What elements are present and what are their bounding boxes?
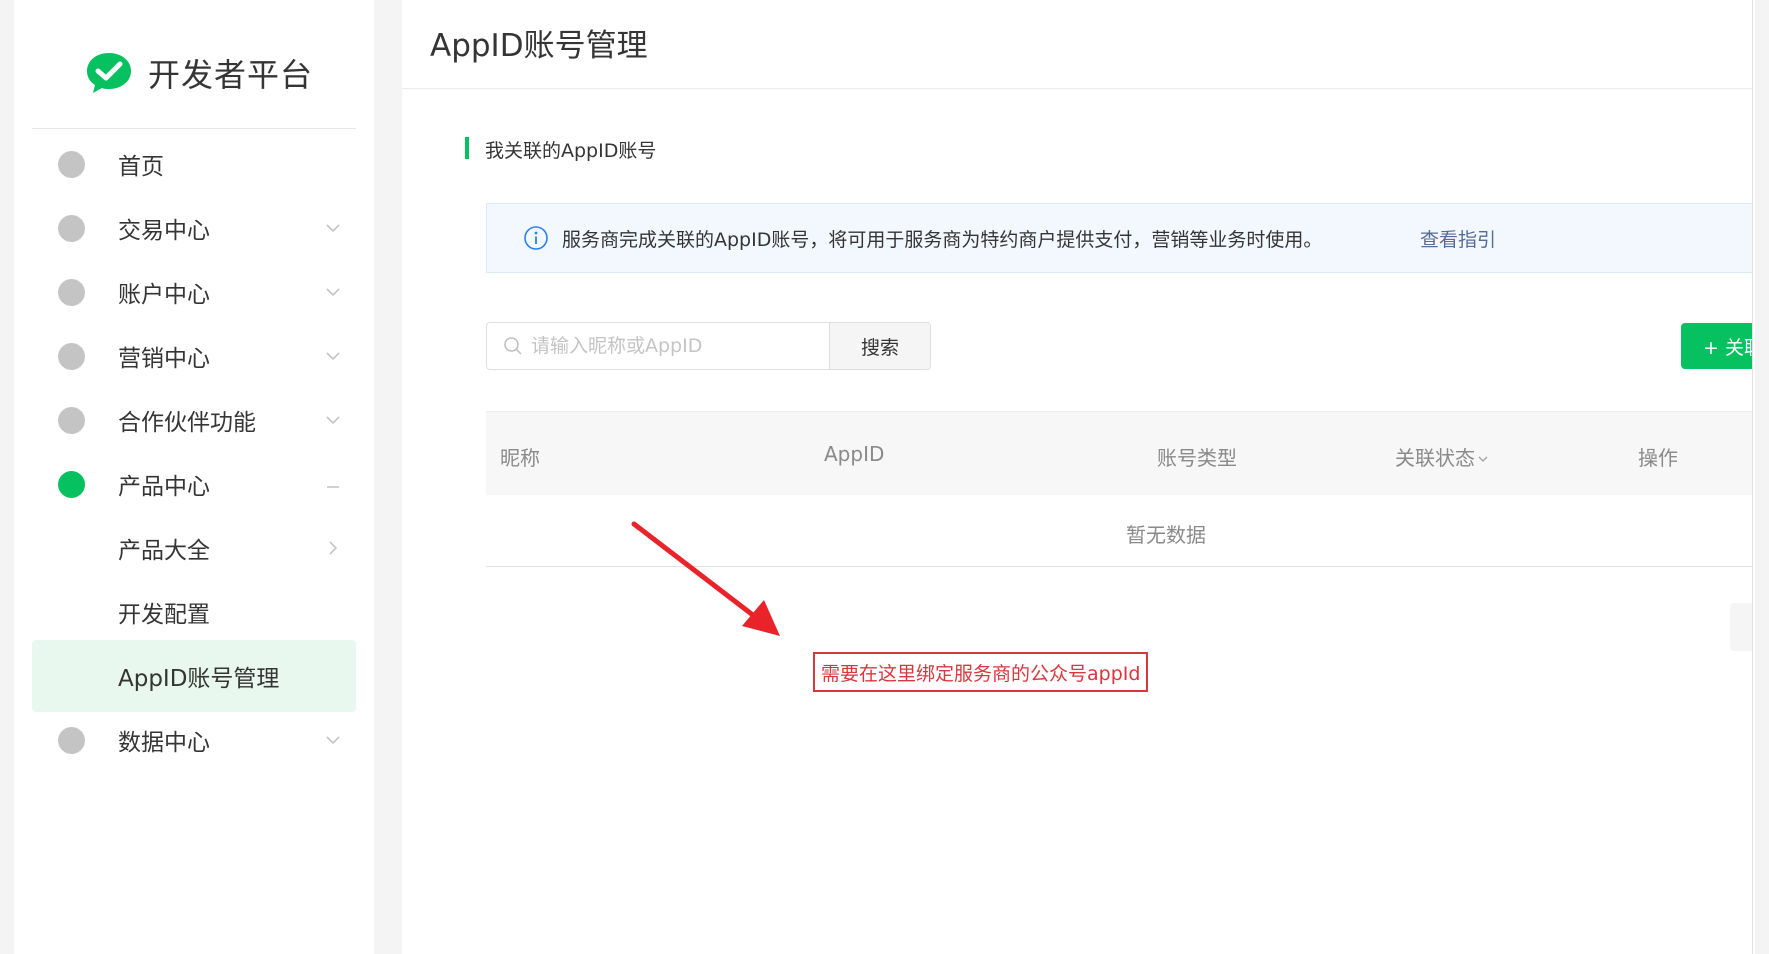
brand-name: 开发者平台 xyxy=(148,56,314,94)
chevron-down-icon xyxy=(326,352,340,361)
search-button[interactable]: 搜索 xyxy=(829,322,931,370)
search-icon xyxy=(504,337,522,355)
sidebar-item-trade[interactable]: 交易中心 xyxy=(32,192,356,264)
add-appid-button[interactable]: + 关联AppID xyxy=(1681,323,1752,369)
section-accent-bar xyxy=(465,137,469,159)
sidebar-item-label: 合作伙伴功能 xyxy=(118,410,256,436)
column-header-actions: 操作 xyxy=(1638,446,1678,470)
sidebar-item-product[interactable]: 产品中心 xyxy=(32,448,356,520)
dot-icon xyxy=(58,726,85,754)
dot-icon xyxy=(58,342,85,370)
wechat-check-icon xyxy=(87,53,131,93)
content-card xyxy=(424,96,1752,701)
sidebar: 开发者平台 首页 交易中心 账户中心 营销中心 合作伙伴功能 产品中心 产品大全… xyxy=(14,0,374,954)
page-title: AppID账号管理 xyxy=(430,28,648,64)
collapse-dash-icon xyxy=(327,486,339,488)
search-box xyxy=(486,322,831,370)
sidebar-item-home[interactable]: 首页 xyxy=(32,128,356,200)
right-gutter xyxy=(1755,0,1769,954)
annotation-arrow-icon xyxy=(631,521,780,636)
notice-text: 服务商完成关联的AppID账号，将可用于服务商为特约商户提供支付，营销等业务时使… xyxy=(562,228,1323,251)
chevron-down-icon xyxy=(326,416,340,425)
dot-icon xyxy=(58,278,85,306)
dot-icon-active xyxy=(58,470,85,498)
dot-icon xyxy=(58,406,85,434)
left-gutter xyxy=(0,0,14,954)
sidebar-item-label: 营销中心 xyxy=(118,346,210,372)
sidebar-item-product-catalog[interactable]: 产品大全 xyxy=(32,512,356,584)
mid-gutter xyxy=(374,0,402,954)
sidebar-item-label: 首页 xyxy=(118,154,164,180)
column-header-appid: AppID xyxy=(824,442,885,466)
chevron-down-icon xyxy=(1478,456,1488,462)
sidebar-item-label: 产品中心 xyxy=(118,474,210,500)
sidebar-item-label: AppID账号管理 xyxy=(118,666,280,692)
table-header: 昵称 AppID 账号类型 关联状态 操作 xyxy=(486,411,1752,495)
sidebar-item-label: 产品大全 xyxy=(118,538,210,564)
chevron-down-icon xyxy=(326,224,340,233)
sidebar-item-label: 开发配置 xyxy=(118,602,210,628)
title-divider xyxy=(402,88,1752,89)
section-title: 我关联的AppID账号 xyxy=(485,140,657,162)
chevron-down-icon xyxy=(326,736,340,745)
chevron-right-icon xyxy=(329,541,338,555)
sidebar-item-label: 交易中心 xyxy=(118,218,210,244)
chevron-down-icon xyxy=(326,288,340,297)
empty-state-text: 暂无数据 xyxy=(1126,523,1206,547)
sidebar-item-appid-management[interactable]: AppID账号管理 xyxy=(32,640,356,712)
sidebar-item-marketing[interactable]: 营销中心 xyxy=(32,320,356,392)
column-header-link-status[interactable]: 关联状态 xyxy=(1395,442,1489,471)
search-input[interactable] xyxy=(531,323,821,369)
column-header-link-status-label: 关联状态 xyxy=(1395,446,1475,470)
column-header-nickname: 昵称 xyxy=(500,446,540,470)
sidebar-item-dev-config[interactable]: 开发配置 xyxy=(32,576,356,648)
view-guide-link[interactable]: 查看指引 xyxy=(1420,225,1496,252)
sidebar-item-data[interactable]: 数据中心 xyxy=(32,704,356,776)
sidebar-item-partner[interactable]: 合作伙伴功能 xyxy=(32,384,356,456)
sidebar-item-label: 数据中心 xyxy=(118,730,210,756)
dot-icon xyxy=(58,214,85,242)
dot-icon xyxy=(58,150,85,178)
pagination-button[interactable] xyxy=(1730,603,1752,651)
info-icon xyxy=(524,226,548,250)
info-notice: 服务商完成关联的AppID账号，将可用于服务商为特约商户提供支付，营销等业务时使… xyxy=(486,203,1752,273)
brand-logo[interactable]: 开发者平台 xyxy=(84,48,313,98)
sidebar-item-label: 账户中心 xyxy=(118,282,210,308)
sidebar-item-account[interactable]: 账户中心 xyxy=(32,256,356,328)
annotation-label: 需要在这里绑定服务商的公众号appId xyxy=(813,652,1149,692)
right-border xyxy=(1752,0,1753,954)
column-header-account-type: 账号类型 xyxy=(1157,446,1237,470)
